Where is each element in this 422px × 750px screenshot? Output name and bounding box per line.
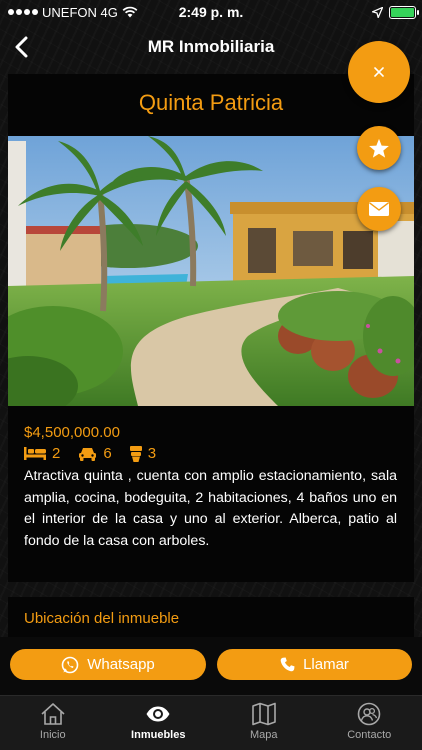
- bathrooms-count: 3: [147, 445, 157, 462]
- battery-level: [391, 7, 414, 17]
- status-time: 2:49 p. m.: [178, 4, 244, 20]
- whatsapp-button[interactable]: Whatsapp: [10, 649, 206, 680]
- tab-mapa[interactable]: Mapa: [211, 696, 317, 750]
- bed-icon: [24, 447, 46, 460]
- location-title: Ubicación del inmueble: [24, 610, 180, 627]
- star-icon: [369, 138, 389, 158]
- mail-icon: [369, 202, 389, 216]
- close-icon: [374, 67, 384, 77]
- email-button[interactable]: [357, 187, 401, 231]
- phone-icon: [280, 657, 295, 672]
- favorite-button[interactable]: [357, 126, 401, 170]
- contacts-icon: [357, 702, 381, 726]
- parking-count: 6: [103, 445, 112, 462]
- property-photo-illustration: [8, 136, 414, 406]
- toilet-icon: [129, 445, 142, 462]
- location-arrow-icon: [372, 6, 383, 18]
- feature-bedrooms: 2: [24, 445, 60, 462]
- tab-inmuebles[interactable]: Inmuebles: [106, 696, 212, 750]
- property-description: Atractiva quinta , cuenta con amplio est…: [24, 468, 397, 549]
- map-icon: [251, 702, 276, 726]
- status-bar: UNEFON 4G 2:49 p. m.: [0, 0, 422, 24]
- eye-icon: [146, 706, 170, 722]
- feature-bathrooms: 3: [129, 445, 157, 462]
- action-bar: Whatsapp Llamar: [0, 637, 422, 695]
- nav-title: MR Inmobiliaria: [147, 37, 275, 56]
- property-price: $4,500,000.00: [24, 424, 120, 441]
- tab-inmuebles-label: Inmuebles: [131, 729, 186, 741]
- back-button[interactable]: [8, 32, 34, 62]
- tab-inicio-label: Inicio: [39, 729, 66, 741]
- tab-mapa-label: Mapa: [249, 729, 278, 741]
- location-section[interactable]: Ubicación del inmueble: [8, 597, 414, 637]
- whatsapp-label: Whatsapp: [87, 656, 155, 673]
- battery-icon: [389, 5, 419, 19]
- home-icon: [41, 703, 65, 725]
- property-features: 2 6 3: [24, 445, 170, 462]
- property-card: Quinta Patricia $4,500,000.00 2 6 3 Atra…: [8, 74, 414, 582]
- feature-parking: 6: [78, 445, 112, 462]
- tab-contacto-label: Contacto: [347, 729, 392, 741]
- bedrooms-count: 2: [52, 445, 61, 462]
- tab-inicio[interactable]: Inicio: [0, 696, 106, 750]
- tab-contacto[interactable]: Contacto: [317, 696, 422, 750]
- fab-close-button[interactable]: [348, 41, 410, 103]
- whatsapp-icon: [61, 656, 79, 673]
- tab-bar: Inicio Inmuebles Mapa Contacto: [0, 695, 422, 750]
- chevron-left-icon: [15, 36, 28, 58]
- call-button[interactable]: Llamar: [217, 649, 412, 680]
- car-icon: [79, 447, 97, 461]
- call-label: Llamar: [303, 656, 349, 673]
- property-photo[interactable]: [8, 136, 414, 406]
- property-title: Quinta Patricia: [138, 90, 284, 115]
- status-right: [372, 5, 419, 19]
